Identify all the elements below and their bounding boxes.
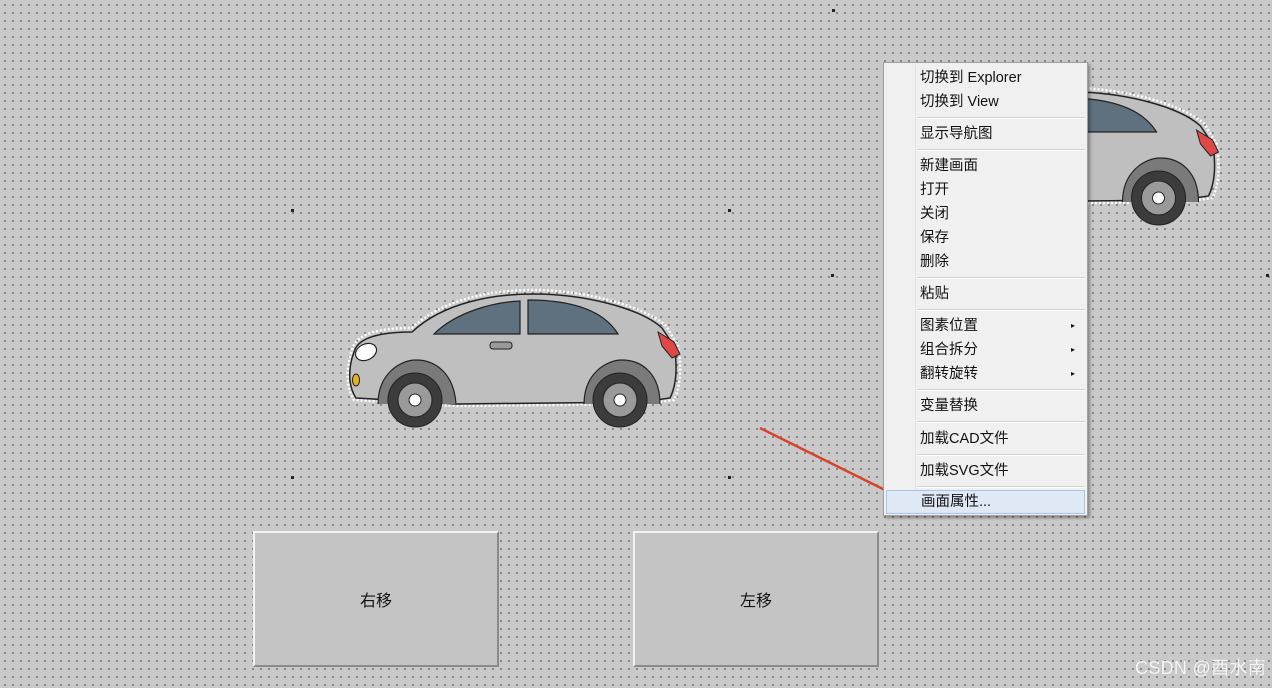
move-right-label: 右移	[359, 593, 392, 610]
menu-item-label: 切换到 View	[920, 94, 999, 110]
menu-item-label: 加载CAD文件	[920, 431, 1009, 447]
selection-corner-mark	[831, 274, 834, 277]
menu-item-flip-rotate[interactable]: 翻转旋转 ▸	[886, 362, 1085, 386]
menu-item-group-ungroup[interactable]: 组合拆分 ▸	[886, 338, 1085, 362]
menu-separator	[917, 117, 1085, 119]
move-left-button[interactable]: 左移	[633, 531, 879, 667]
menu-item-open[interactable]: 打开	[886, 178, 1085, 202]
menu-item-label: 加载SVG文件	[920, 463, 1009, 479]
car-graphic[interactable]	[344, 288, 684, 436]
menu-separator	[917, 421, 1085, 423]
selection-corner-mark	[832, 9, 835, 12]
menu-item-label: 画面属性...	[921, 494, 992, 510]
submenu-arrow-icon: ▸	[1070, 345, 1075, 354]
menu-separator	[917, 309, 1085, 311]
menu-item-delete[interactable]: 删除	[886, 250, 1085, 274]
watermark: CSDN @酉水南	[1135, 658, 1266, 678]
selection-corner-mark	[1266, 274, 1269, 277]
selection-corner-mark	[728, 209, 731, 212]
menu-separator	[917, 389, 1085, 391]
menu-item-label: 新建画面	[920, 158, 978, 174]
menu-item-label: 删除	[920, 254, 949, 270]
context-menu: 切换到 Explorer 切换到 View 显示导航图 新建画面 打开 关闭 保…	[883, 62, 1088, 516]
move-right-button[interactable]: 右移	[253, 531, 499, 667]
selection-corner-mark	[728, 476, 731, 479]
menu-item-label: 关闭	[920, 206, 949, 222]
menu-item-switch-view[interactable]: 切换到 View	[886, 90, 1085, 114]
menu-item-screen-properties[interactable]: 画面属性...	[886, 490, 1085, 514]
menu-item-element-position[interactable]: 图素位置 ▸	[886, 314, 1085, 338]
menu-item-label: 翻转旋转	[920, 366, 978, 382]
menu-item-paste[interactable]: 粘贴	[886, 282, 1085, 306]
submenu-arrow-icon: ▸	[1070, 369, 1075, 378]
menu-item-label: 保存	[920, 230, 949, 246]
menu-item-label: 图素位置	[920, 318, 978, 334]
drawing-canvas[interactable]: 右移 左移 切换到 Explorer 切换到 View 显示导航图 新建画面 打…	[0, 0, 1272, 688]
menu-item-label: 变量替换	[920, 398, 978, 414]
selection-corner-mark	[291, 209, 294, 212]
menu-item-load-cad[interactable]: 加载CAD文件	[886, 427, 1085, 451]
menu-item-new-screen[interactable]: 新建画面	[886, 154, 1085, 178]
menu-item-label: 显示导航图	[920, 126, 993, 142]
menu-item-label: 切换到 Explorer	[920, 70, 1022, 86]
menu-item-close[interactable]: 关闭	[886, 202, 1085, 226]
menu-separator	[917, 486, 1085, 488]
menu-item-show-navigator[interactable]: 显示导航图	[886, 122, 1085, 146]
menu-item-label: 组合拆分	[920, 342, 978, 358]
menu-separator	[917, 149, 1085, 151]
menu-item-load-svg[interactable]: 加载SVG文件	[886, 459, 1085, 483]
submenu-arrow-icon: ▸	[1070, 321, 1075, 330]
menu-separator	[917, 277, 1085, 279]
menu-separator	[917, 454, 1085, 456]
menu-item-switch-explorer[interactable]: 切换到 Explorer	[886, 66, 1085, 90]
menu-item-save[interactable]: 保存	[886, 226, 1085, 250]
menu-item-label: 打开	[920, 182, 949, 198]
move-left-label: 左移	[739, 593, 772, 610]
menu-item-variable-replace[interactable]: 变量替换	[886, 394, 1085, 418]
selection-corner-mark	[291, 476, 294, 479]
menu-item-label: 粘贴	[920, 286, 949, 302]
